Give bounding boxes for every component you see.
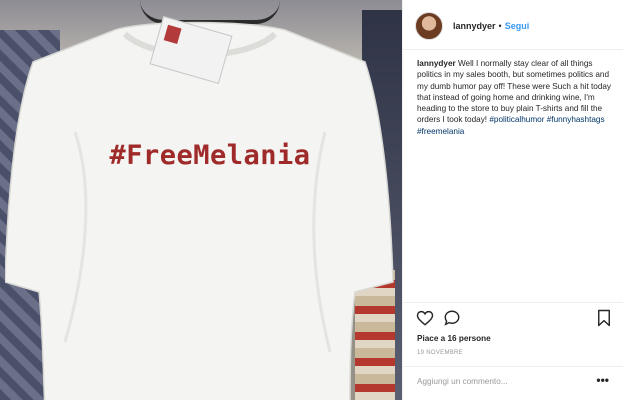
action-bar: [416, 309, 612, 329]
divider: [403, 302, 623, 303]
follow-button[interactable]: Segui: [505, 21, 530, 31]
post-header: lannydyer • Segui: [415, 12, 529, 40]
hashtag-link[interactable]: #politicalhumor: [489, 115, 544, 124]
more-options-icon[interactable]: •••: [596, 373, 609, 387]
divider: [403, 49, 623, 50]
header-separator: •: [498, 21, 502, 31]
divider: [403, 366, 623, 367]
comment-input[interactable]: Aggiungi un commento...: [417, 377, 508, 386]
avatar[interactable]: [415, 12, 443, 40]
username-link[interactable]: lannydyer: [453, 21, 496, 31]
heart-icon[interactable]: [416, 309, 434, 327]
shirt-print-text: #FreeMelania: [109, 140, 311, 171]
caption-username[interactable]: lannydyer: [417, 59, 456, 68]
tag-logo: [163, 24, 182, 44]
likes-count[interactable]: Piace a 16 persone: [417, 334, 491, 343]
post-caption: lannydyer Well I normally stay clear of …: [417, 58, 613, 137]
post-photo: #FreeMelania: [0, 0, 402, 400]
post-side-panel: lannydyer • Segui lannydyer Well I norma…: [402, 0, 623, 400]
hashtag-link[interactable]: #freemelania: [417, 127, 464, 136]
hashtag-link[interactable]: #funnyhashtags: [547, 115, 605, 124]
post-date: 19 NOVEMBRE: [417, 350, 463, 356]
comment-icon[interactable]: [443, 309, 461, 327]
bookmark-icon[interactable]: [596, 309, 612, 327]
